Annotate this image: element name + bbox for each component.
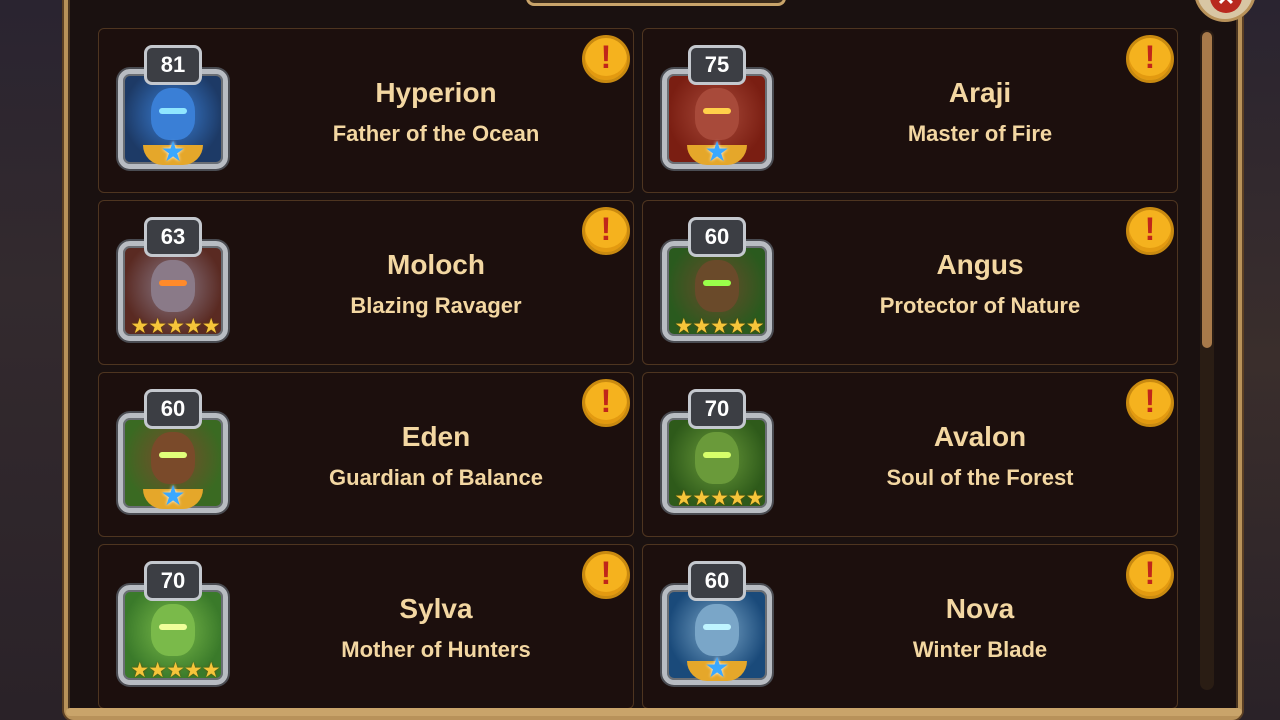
hero-face <box>151 88 195 140</box>
background-left <box>0 0 70 720</box>
hero-face <box>151 260 195 312</box>
hero-face <box>151 432 195 484</box>
panel-top-tab <box>526 0 786 6</box>
hero-title: Blazing Ravager <box>350 293 522 318</box>
hero-card[interactable]: 63 ★★★★★ Moloch Blazing Ravager! <box>98 200 634 365</box>
level-badge: 81 <box>144 45 202 85</box>
hero-card[interactable]: 60 ★★★★★ Angus Protector of Nature! <box>642 200 1178 365</box>
exclamation-alert-icon[interactable]: ! <box>582 551 630 599</box>
star-icon: ★ <box>704 136 730 167</box>
hero-face <box>695 260 739 312</box>
hero-title: Soul of the Forest <box>886 465 1074 490</box>
star-icon: ★ <box>160 136 186 167</box>
hero-title: Protector of Nature <box>879 293 1081 318</box>
level-badge: 75 <box>688 45 746 85</box>
hero-title: Master of Fire <box>907 121 1053 146</box>
hero-eyes <box>159 624 187 630</box>
level-badge: 63 <box>144 217 202 257</box>
hero-title: Guardian of Balance <box>329 465 543 490</box>
hero-eyes <box>703 624 731 630</box>
hero-face <box>695 88 739 140</box>
hero-card[interactable]: 75 ★ Araji Master of Fire! <box>642 28 1178 193</box>
hero-eyes <box>159 108 187 114</box>
hero-eyes <box>159 452 187 458</box>
hero-eyes <box>703 280 731 286</box>
exclamation-alert-icon[interactable]: ! <box>1126 379 1174 427</box>
hero-name: Avalon <box>933 421 1027 452</box>
exclamation-alert-icon[interactable]: ! <box>582 35 630 83</box>
exclamation-alert-icon[interactable]: ! <box>582 207 630 255</box>
hero-card[interactable]: 81 ★ Hyperion Father of the Ocean! <box>98 28 634 193</box>
hero-card[interactable]: 70 ★★★★★ Sylva Mother of Hunters! <box>98 544 634 709</box>
hero-face <box>695 604 739 656</box>
hero-list: 81 ★ Hyperion Father of the Ocean! 75 ★ Araji M… <box>98 28 1180 709</box>
level-badge: 70 <box>688 389 746 429</box>
blue-star-icon: ★ <box>143 480 203 513</box>
hero-title: Mother of Hunters <box>341 637 531 662</box>
level-badge: 70 <box>144 561 202 601</box>
exclamation-alert-icon[interactable]: ! <box>1126 207 1174 255</box>
hero-name: Hyperion <box>375 77 497 108</box>
hero-eyes <box>159 280 187 286</box>
hero-title: Father of the Ocean <box>332 121 540 146</box>
hero-name: Moloch <box>387 249 485 280</box>
star-rating: ★★★★★ <box>674 487 764 510</box>
hero-name: Araji <box>948 77 1012 108</box>
blue-star-icon: ★ <box>687 652 747 685</box>
star-rating: ★★★★★ <box>130 315 220 338</box>
scrollbar-thumb[interactable] <box>1202 32 1212 348</box>
blue-star-icon: ★ <box>687 136 747 169</box>
close-icon: ✕ <box>1210 0 1242 13</box>
hero-card[interactable]: 70 ★★★★★ Avalon Soul of the Forest! <box>642 372 1178 537</box>
exclamation-alert-icon[interactable]: ! <box>582 379 630 427</box>
blue-star-icon: ★ <box>143 136 203 169</box>
hero-title: Winter Blade <box>912 637 1048 662</box>
level-badge: 60 <box>688 217 746 257</box>
level-badge: 60 <box>688 561 746 601</box>
level-badge: 60 <box>144 389 202 429</box>
hero-name: Eden <box>401 421 471 452</box>
exclamation-alert-icon[interactable]: ! <box>1126 35 1174 83</box>
hero-card[interactable]: 60 ★ Eden Guardian of Balance! <box>98 372 634 537</box>
panel-bottom-border <box>66 708 1242 716</box>
hero-name: Nova <box>945 593 1015 624</box>
hero-card[interactable]: 60 ★ Nova Winter Blade! <box>642 544 1178 709</box>
hero-eyes <box>703 108 731 114</box>
hero-name: Angus <box>936 249 1024 280</box>
hero-face <box>151 604 195 656</box>
exclamation-alert-icon[interactable]: ! <box>1126 551 1174 599</box>
hero-eyes <box>703 452 731 458</box>
hero-face <box>695 432 739 484</box>
star-rating: ★★★★★ <box>130 659 220 682</box>
star-rating: ★★★★★ <box>674 315 764 338</box>
hero-name: Sylva <box>399 593 473 624</box>
star-icon: ★ <box>160 480 186 511</box>
star-icon: ★ <box>704 652 730 683</box>
